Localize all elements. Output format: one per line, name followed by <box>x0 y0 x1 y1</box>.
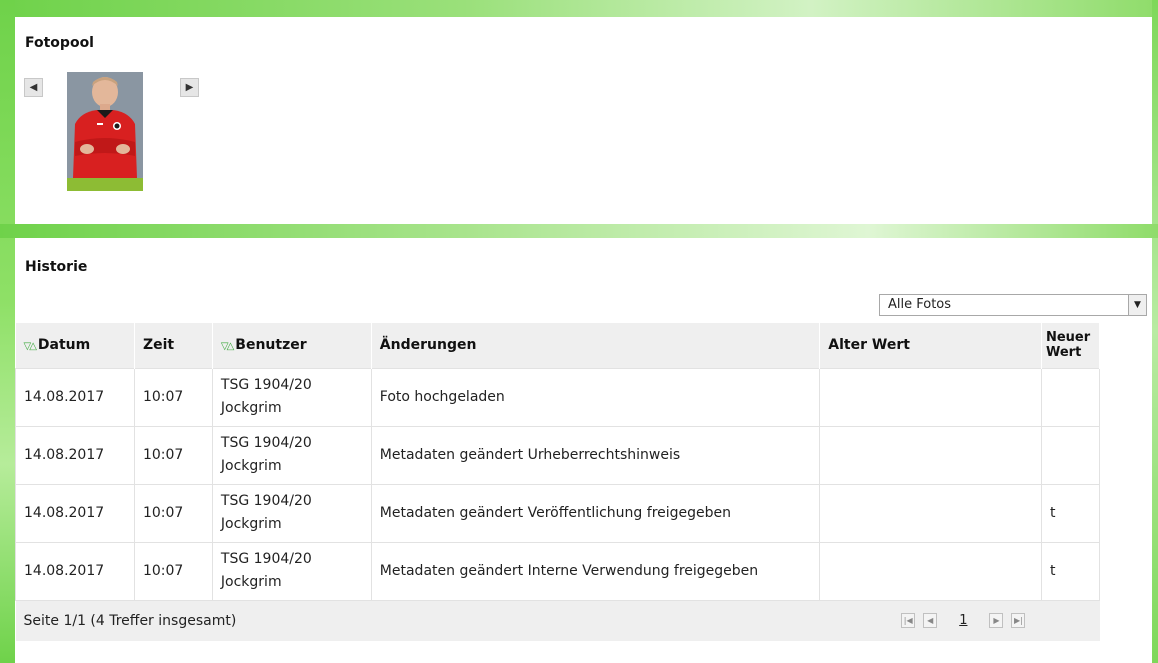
photo-thumbnail[interactable] <box>67 72 143 178</box>
footer-empty-cell <box>1041 600 1100 641</box>
photo-status-bar <box>67 178 143 191</box>
chevron-down-icon[interactable]: ▼ <box>1128 295 1146 315</box>
cell-datum: 14.08.2017 <box>15 425 135 485</box>
cell-aenderung: Metadaten geändert Veröffentlichung frei… <box>370 483 821 543</box>
cell-zeit: 10:07 <box>133 483 213 543</box>
table-row: 14.08.2017 10:07 TSG 1904/20 Jockgrim Met… <box>15 541 1101 601</box>
cell-neuer-wert <box>1040 425 1101 485</box>
table-row: 14.08.2017 10:07 TSG 1904/20 Jockgrim Met… <box>15 425 1101 485</box>
cell-alter-wert <box>819 483 1042 543</box>
cell-benutzer: TSG 1904/20 Jockgrim <box>211 541 372 601</box>
historie-panel: Historie Alle Fotos ▼ ▽△ Datum Zeit ▽△ Ben… <box>15 238 1152 663</box>
table-row: 14.08.2017 10:07 TSG 1904/20 Jockgrim Met… <box>15 483 1101 543</box>
cell-alter-wert <box>819 425 1042 485</box>
column-header-datum[interactable]: ▽△ Datum <box>15 323 135 368</box>
sort-arrows-icon[interactable]: ▽△ <box>221 341 234 352</box>
column-header-neuer-wert: Neuer Wert <box>1041 323 1101 368</box>
photo-prev-button[interactable]: ◀ <box>24 78 43 97</box>
fotopool-panel: Fotopool ◀ ▶ <box>15 17 1152 224</box>
cell-aenderung: Foto hochgeladen <box>370 367 821 427</box>
triangle-left-icon: ◀ <box>29 81 38 93</box>
frame-left-border <box>0 0 15 663</box>
cell-benutzer: TSG 1904/20 Jockgrim <box>211 425 372 485</box>
column-header-aenderungen: Änderungen <box>371 323 821 368</box>
first-page-icon[interactable]: |◀ <box>901 613 916 629</box>
triangle-right-icon: ▶ <box>185 81 194 93</box>
frame-right-border <box>1152 0 1158 663</box>
page-number-link[interactable]: 1 <box>959 613 967 628</box>
photo-filter-select[interactable]: Alle Fotos ▼ <box>879 294 1147 316</box>
cell-datum: 14.08.2017 <box>15 483 135 543</box>
sort-arrows-icon[interactable]: ▽△ <box>24 341 37 352</box>
cell-zeit: 10:07 <box>133 541 213 601</box>
next-page-icon[interactable]: ▶ <box>989 613 1004 629</box>
cell-zeit: 10:07 <box>133 425 213 485</box>
cell-alter-wert <box>819 541 1042 601</box>
cell-neuer-wert: t <box>1040 483 1101 543</box>
table-row: 14.08.2017 10:07 TSG 1904/20 Jockgrim Fot… <box>15 367 1101 427</box>
last-page-icon[interactable]: ▶| <box>1011 613 1026 629</box>
column-header-zeit: Zeit <box>134 323 213 368</box>
cell-benutzer: TSG 1904/20 Jockgrim <box>211 367 372 427</box>
cell-datum: 14.08.2017 <box>15 541 135 601</box>
cell-benutzer: TSG 1904/20 Jockgrim <box>211 483 372 543</box>
pagination-controls: |◀ ◀ 1 ▶ ▶| <box>371 600 1042 641</box>
photo-next-button[interactable]: ▶ <box>180 78 199 97</box>
cell-aenderung: Metadaten geändert Interne Verwendung fr… <box>370 541 821 601</box>
cell-datum: 14.08.2017 <box>15 367 135 427</box>
historie-title: Historie <box>25 259 88 275</box>
cell-zeit: 10:07 <box>133 367 213 427</box>
cell-neuer-wert <box>1040 367 1101 427</box>
history-table: ▽△ Datum Zeit ▽△ Benutzer Änderungen Alter… <box>15 323 1101 641</box>
frame-top-border <box>0 0 1158 17</box>
person-photo-icon <box>67 72 143 178</box>
column-header-benutzer[interactable]: ▽△ Benutzer <box>212 323 372 368</box>
fotopool-title: Fotopool <box>25 35 94 51</box>
cell-alter-wert <box>819 367 1042 427</box>
pagination-summary: Seite 1/1 (4 Treffer insgesamt) <box>15 600 372 641</box>
cell-neuer-wert: t <box>1040 541 1101 601</box>
photo-filter-value: Alle Fotos <box>888 297 952 312</box>
prev-page-icon[interactable]: ◀ <box>923 613 938 629</box>
cell-aenderung: Metadaten geändert Urheberrechtshinweis <box>370 425 821 485</box>
column-header-alter-wert: Alter Wert <box>819 323 1042 368</box>
frame-divider <box>0 224 1158 238</box>
table-header-row: ▽△ Datum Zeit ▽△ Benutzer Änderungen Alter… <box>15 323 1101 368</box>
table-footer-row: Seite 1/1 (4 Treffer insgesamt) |◀ ◀ 1 ▶… <box>15 600 1100 641</box>
